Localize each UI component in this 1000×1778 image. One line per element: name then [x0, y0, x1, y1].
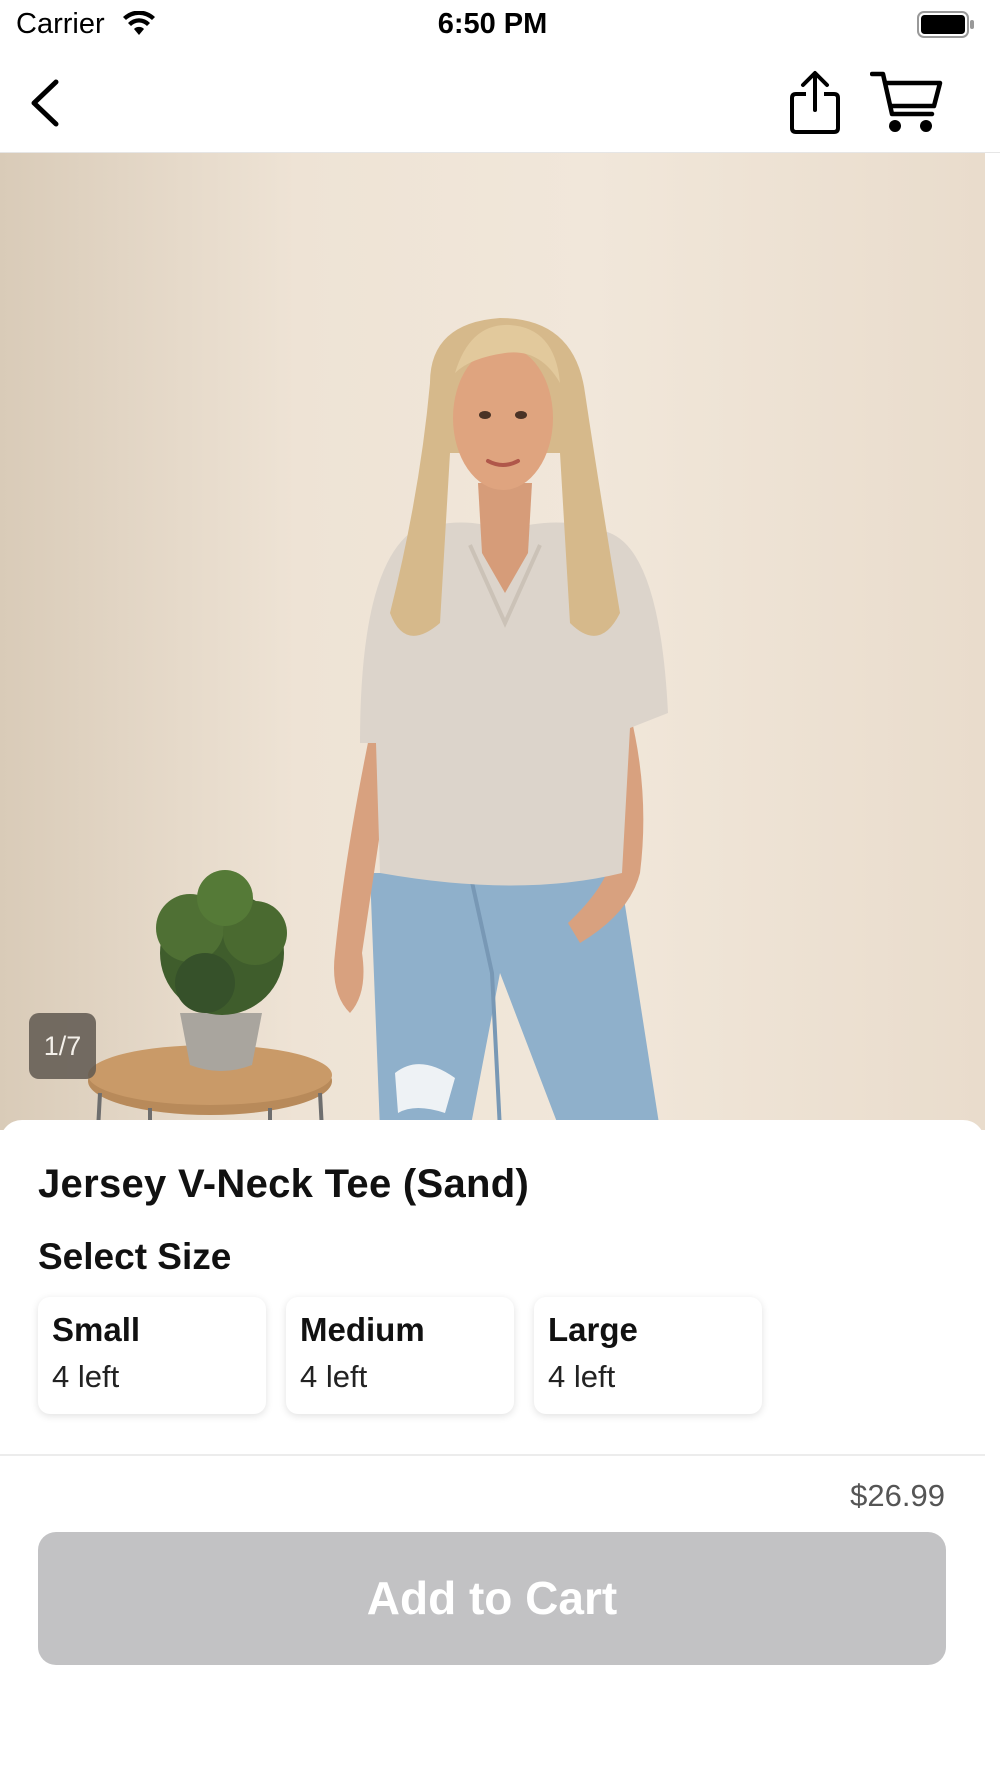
cart-icon	[869, 71, 943, 132]
purchase-footer: $26.99 Add to Cart	[0, 1454, 985, 1778]
product-details-sheet: Jersey V-Neck Tee (Sand) Select Size Sma…	[0, 1120, 985, 1460]
size-option-medium[interactable]: Medium 4 left	[286, 1297, 514, 1414]
product-image[interactable]: 1/7	[0, 153, 985, 1130]
size-heading: Select Size	[38, 1236, 232, 1277]
back-button[interactable]	[22, 74, 72, 132]
share-button[interactable]	[786, 68, 844, 136]
size-option-small[interactable]: Small 4 left	[38, 1297, 266, 1414]
add-to-cart-button[interactable]: Add to Cart	[38, 1532, 946, 1665]
size-stock: 4 left	[52, 1359, 120, 1394]
battery-icon	[917, 11, 974, 38]
cart-button[interactable]	[869, 68, 944, 136]
size-option-large[interactable]: Large 4 left	[534, 1297, 762, 1414]
share-icon	[790, 71, 840, 134]
navigation-bar	[0, 52, 1000, 153]
size-name: Small	[52, 1311, 141, 1348]
status-bar: Carrier 6:50 PM	[0, 0, 1000, 52]
product-title: Jersey V-Neck Tee (Sand)	[38, 1162, 530, 1206]
clock-label: 6:50 PM	[437, 8, 548, 40]
size-name: Medium	[300, 1311, 425, 1348]
product-price: $26.99	[850, 1478, 945, 1513]
size-stock: 4 left	[300, 1359, 368, 1394]
product-photo	[88, 318, 668, 1130]
size-stock: 4 left	[548, 1359, 616, 1394]
size-options: Small 4 left Medium 4 left Large 4 left	[38, 1297, 762, 1414]
image-counter-badge: 1/7	[29, 1013, 96, 1079]
size-name: Large	[548, 1311, 638, 1348]
chevron-left-icon	[31, 79, 59, 127]
